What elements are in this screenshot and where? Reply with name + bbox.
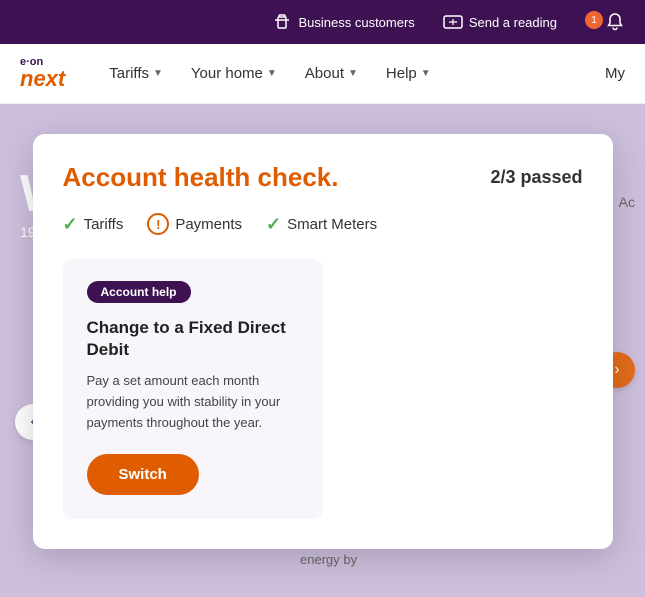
payments-check-label: Payments xyxy=(175,216,242,233)
notification-area[interactable]: 1 xyxy=(585,12,625,32)
top-bar: Business customers Send a reading 1 xyxy=(0,0,645,44)
about-chevron-icon: ▼ xyxy=(348,68,358,79)
check-tariffs: ✓ Tariffs xyxy=(63,214,124,235)
nav-help[interactable]: Help ▼ xyxy=(372,44,445,104)
switch-button[interactable]: Switch xyxy=(87,454,199,495)
tariffs-chevron-icon: ▼ xyxy=(153,68,163,79)
health-check-title: Account health check. xyxy=(63,162,339,193)
send-reading-link[interactable]: Send a reading xyxy=(443,12,557,32)
nav-your-home[interactable]: Your home ▼ xyxy=(177,44,291,104)
your-home-chevron-icon: ▼ xyxy=(267,68,277,79)
bell-icon xyxy=(605,12,625,32)
modal-overlay: Account health check. 2/3 passed ✓ Tarif… xyxy=(0,104,645,597)
nav-bar: e·on next Tariffs ▼ Your home ▼ About ▼ … xyxy=(0,44,645,104)
nav-tariffs[interactable]: Tariffs ▼ xyxy=(95,44,177,104)
check-smart-meters: ✓ Smart Meters xyxy=(266,214,377,235)
health-check-passed: 2/3 passed xyxy=(490,167,582,188)
nav-items: Tariffs ▼ Your home ▼ About ▼ Help ▼ xyxy=(95,44,605,104)
meter-icon xyxy=(443,12,463,32)
payments-warning-icon: ! xyxy=(147,213,169,235)
notification-badge: 1 xyxy=(585,11,603,29)
health-check-modal: Account health check. 2/3 passed ✓ Tarif… xyxy=(33,134,613,549)
logo-next: next xyxy=(20,68,65,90)
card-description: Pay a set amount each month providing yo… xyxy=(87,371,299,433)
business-customers-link[interactable]: Business customers xyxy=(272,12,414,32)
tariffs-check-label: Tariffs xyxy=(84,216,124,233)
card-badge: Account help xyxy=(87,281,191,303)
briefcase-icon xyxy=(272,12,292,32)
nav-about[interactable]: About ▼ xyxy=(291,44,372,104)
health-checks-row: ✓ Tariffs ! Payments ✓ Smart Meters xyxy=(63,213,583,235)
account-help-card: Account help Change to a Fixed Direct De… xyxy=(63,259,323,519)
logo[interactable]: e·on next xyxy=(20,57,65,90)
smart-meters-check-label: Smart Meters xyxy=(287,216,377,233)
check-payments: ! Payments xyxy=(147,213,242,235)
card-title: Change to a Fixed Direct Debit xyxy=(87,317,299,361)
modal-header: Account health check. 2/3 passed xyxy=(63,162,583,193)
nav-my[interactable]: My xyxy=(605,65,625,82)
tariffs-check-icon: ✓ xyxy=(63,214,78,235)
smart-meters-check-icon: ✓ xyxy=(266,214,281,235)
help-chevron-icon: ▼ xyxy=(421,68,431,79)
